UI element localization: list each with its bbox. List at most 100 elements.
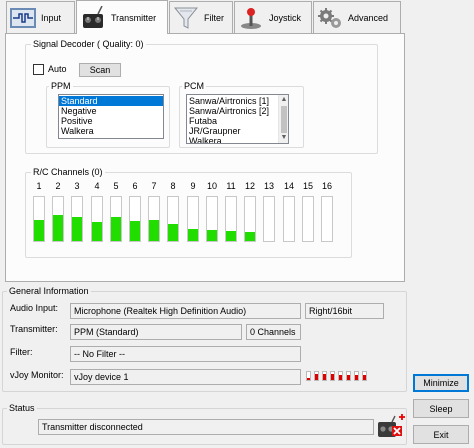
channel-bar (283, 196, 295, 242)
rc-channels-group: R/C Channels (0) 1 2 3 4 5 6 7 8 9 10 11 12 13 14 15 16 (25, 167, 352, 258)
tab-input-label: Input (41, 12, 62, 23)
ppm-title: PPM (49, 81, 73, 91)
scroll-thumb[interactable] (281, 106, 287, 133)
channel-number: 2 (55, 181, 61, 191)
audio-input-field: Microphone (Realtek High Definition Audi… (70, 303, 301, 319)
tab-advanced[interactable]: Advanced (313, 1, 401, 33)
channel-bar-fill (53, 215, 63, 241)
channel-bar (321, 196, 333, 242)
general-info-group: General Information Audio Input: Microph… (2, 286, 407, 392)
channel-bar (148, 196, 160, 242)
signal-decoder-group: Signal Decoder ( Quality: 0) Auto Scan P… (25, 39, 378, 154)
audio-input-label: Audio Input: (10, 303, 59, 313)
tab-advanced-label: Advanced (348, 12, 389, 23)
channel-number: 10 (206, 181, 217, 191)
ppm-group: PPM Standard Negative Positive Walkera (46, 81, 170, 148)
ppm-item[interactable]: Negative (59, 106, 163, 116)
ppm-item[interactable]: Positive (59, 116, 163, 126)
general-info-title: General Information (7, 286, 91, 296)
plus-icon (399, 414, 405, 420)
ppm-item[interactable]: Walkera (59, 126, 163, 136)
channel-count-field: 0 Channels (246, 324, 301, 340)
pcm-item[interactable]: Sanwa/Airtronics [2] (187, 106, 288, 116)
pcm-item[interactable]: JR/Graupner (187, 126, 288, 136)
gears-icon (318, 7, 341, 28)
channel-bar (263, 196, 275, 242)
pcm-scrollbar[interactable]: ▲ ▼ (278, 95, 288, 143)
auto-checkbox[interactable] (33, 64, 44, 75)
pcm-item[interactable]: Walkera (187, 136, 288, 143)
vjoy-axis-bar (322, 371, 327, 381)
transmitter-icon (83, 5, 103, 28)
channel-bar (225, 196, 237, 242)
tab-transmitter[interactable]: Transmitter (76, 0, 168, 34)
channel-number: 16 (321, 181, 332, 191)
channel-bar-fill (207, 230, 217, 241)
channel-bar (91, 196, 103, 242)
channel-number: 8 (170, 181, 176, 191)
channel-bar-fill (149, 220, 159, 241)
channel-bar (110, 196, 122, 242)
channel-bar (167, 196, 179, 242)
scroll-down-arrow-icon[interactable]: ▼ (279, 133, 288, 143)
vjoy-axis-bar (314, 371, 319, 381)
channel-number: 14 (283, 181, 294, 191)
channel-number: 5 (113, 181, 119, 191)
status-field: Transmitter disconnected (38, 419, 374, 435)
channel-bar (244, 196, 256, 242)
auto-label: Auto (48, 64, 67, 74)
channel-bar-fill (168, 224, 178, 241)
signal-decoder-title: Signal Decoder ( Quality: 0) (31, 39, 146, 49)
channel-bar-fill (130, 221, 140, 241)
channel-number: 12 (244, 181, 255, 191)
vjoy-axis-bar-fill (315, 374, 318, 380)
sleep-button[interactable]: Sleep (413, 399, 469, 418)
channel-bar-fill (111, 217, 121, 241)
filter-label: Filter: (10, 347, 33, 357)
pcm-item[interactable]: Futaba (187, 116, 288, 126)
minimize-button[interactable]: Minimize (413, 374, 469, 392)
tab-joystick-label: Joystick (269, 12, 302, 23)
pcm-title: PCM (182, 81, 206, 91)
status-title: Status (7, 403, 37, 413)
vjoy-device-field: vJoy device 1 (70, 369, 301, 385)
pcm-group: PCM Sanwa/Airtronics [1] Sanwa/Airtronic… (179, 81, 304, 148)
vjoy-axis-bar-fill (323, 374, 326, 380)
pcm-listbox[interactable]: Sanwa/Airtronics [1] Sanwa/Airtronics [2… (186, 94, 289, 144)
vjoy-axis-bar (338, 371, 343, 381)
rc-channels-title: R/C Channels (0) (31, 167, 105, 177)
tab-joystick[interactable]: Joystick (234, 1, 312, 33)
ppm-item[interactable]: Standard (59, 96, 163, 106)
scroll-up-arrow-icon[interactable]: ▲ (279, 95, 288, 105)
filter-field: -- No Filter -- (70, 346, 301, 362)
ppm-listbox[interactable]: Standard Negative Positive Walkera (58, 94, 164, 139)
channel-number: 1 (36, 181, 42, 191)
transmitter-label: Transmitter: (10, 324, 58, 334)
channel-bar (187, 196, 199, 242)
tab-filter[interactable]: Filter (169, 1, 233, 33)
channel-number: 11 (226, 181, 236, 191)
vjoy-axis-bar-fill (339, 375, 342, 380)
vjoy-axis-bar-fill (307, 378, 310, 380)
filter-icon (173, 7, 199, 29)
channel-bar-fill (34, 220, 44, 241)
channel-bar (302, 196, 314, 242)
channel-bar-fill (245, 232, 255, 241)
tab-transmitter-label: Transmitter (111, 12, 157, 23)
channel-number: 4 (94, 181, 100, 191)
vjoy-axis-bar (330, 371, 335, 381)
channel-number: 6 (132, 181, 138, 191)
vjoy-axis-bar (306, 371, 311, 381)
channel-bar (52, 196, 64, 242)
channel-bar (129, 196, 141, 242)
vjoy-monitor-label: vJoy Monitor: (10, 370, 64, 380)
tab-filter-label: Filter (204, 12, 224, 23)
exit-button[interactable]: Exit (413, 425, 469, 444)
channel-bar (71, 196, 83, 242)
transmitter-panel: Signal Decoder ( Quality: 0) Auto Scan P… (5, 33, 405, 282)
channel-bar-fill (72, 217, 82, 241)
scan-button[interactable]: Scan (79, 63, 121, 77)
pcm-item[interactable]: Sanwa/Airtronics [1] (187, 96, 288, 106)
channel-bar-fill (92, 222, 102, 241)
tab-input[interactable]: Input (6, 1, 75, 33)
